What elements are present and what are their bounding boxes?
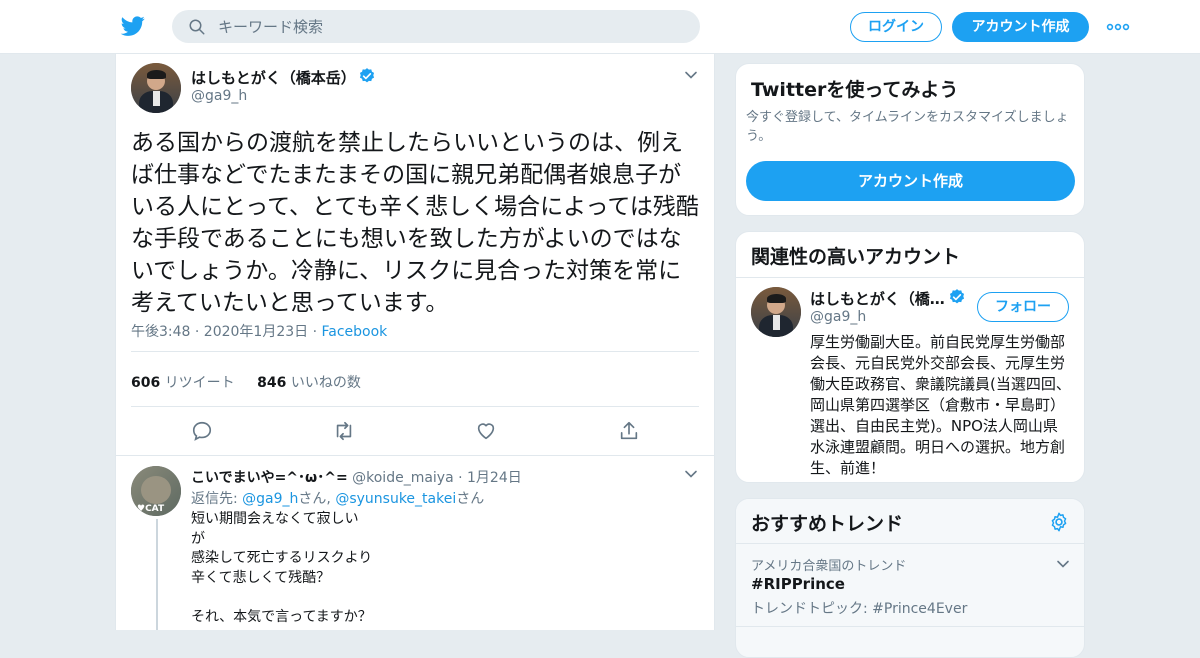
reply-san-1: さん,: [298, 491, 336, 507]
reply-author-handle[interactable]: @koide_maiya: [352, 470, 454, 486]
search-icon: [189, 19, 205, 35]
reply-to-line: 返信先: @ga9_hさん, @syunsuke_takeiさん: [191, 488, 484, 508]
share-icon[interactable]: [618, 420, 640, 442]
author-handle[interactable]: @ga9_h: [191, 88, 247, 104]
reply-date[interactable]: · 1月24日: [458, 470, 522, 486]
like-heart-icon[interactable]: [475, 420, 497, 442]
reply-to-user-2[interactable]: @syunsuke_takei: [335, 491, 456, 507]
reply-author-avatar[interactable]: ♥CAT: [131, 466, 181, 516]
reply-icon[interactable]: [191, 420, 213, 442]
author-avatar[interactable]: [131, 63, 181, 113]
card-description: 今すぐ登録して、タイムラインをカスタマイズしましょう。: [746, 110, 1069, 144]
signup-button[interactable]: アカウント作成: [746, 161, 1075, 201]
twitter-bird-icon[interactable]: [120, 14, 146, 38]
retweet-count: 606: [131, 375, 161, 391]
related-account-bio: 厚生労働副大臣。前自民党厚生労働部会長、元自民党外交部会長、元厚生労働大臣政務官…: [810, 333, 1071, 477]
trends-card: おすすめトレンド アメリカ合衆国のトレンド #RIPPrince トレンドトピッ…: [735, 498, 1085, 658]
divider: [116, 455, 714, 456]
divider: [736, 626, 1084, 627]
retweet-stat[interactable]: 606 リツイート: [131, 375, 235, 391]
tweet-stats: 606 リツイート 846 いいねの数: [131, 372, 379, 392]
trend-location: アメリカ合衆国のトレンド: [751, 559, 907, 574]
verified-badge-icon: [949, 289, 965, 304]
top-bar: ログイン アカウント作成: [0, 0, 1200, 54]
search-input[interactable]: [218, 10, 678, 43]
like-label: いいねの数: [290, 375, 361, 391]
reply-to-user-1[interactable]: @ga9_h: [242, 491, 298, 507]
trend-subtitle: トレンドトピック: #Prince4Ever: [751, 601, 968, 617]
tweet-meta: 午後3:48 · 2020年1月23日 · Facebook: [131, 321, 387, 341]
settings-gear-icon[interactable]: [1048, 511, 1070, 533]
try-twitter-card: Twitterを使ってみよう 今すぐ登録して、タイムラインをカスタマイズしましょ…: [735, 63, 1085, 216]
thread-line: [156, 519, 158, 630]
chevron-down-icon[interactable]: [684, 467, 698, 481]
chevron-down-icon[interactable]: [684, 68, 698, 82]
reply-author-name[interactable]: こいでまいや=^･ω･^=: [191, 470, 348, 486]
like-count: 846: [257, 375, 287, 391]
reply-prefix: 返信先:: [191, 491, 243, 507]
divider: [131, 351, 699, 352]
tweet-source-link[interactable]: Facebook: [322, 324, 388, 340]
tweet-text: ある国からの渡航を禁止したらいいというのは、例えば仕事などでたまたまその国に親兄…: [131, 130, 699, 316]
search-box[interactable]: [172, 10, 700, 43]
chevron-down-icon[interactable]: [1056, 557, 1070, 571]
divider: [131, 406, 699, 407]
related-account-name[interactable]: はしもとがく（橋…: [810, 288, 945, 309]
reply-header: こいでまいや=^･ω･^= @koide_maiya · 1月24日: [191, 467, 522, 487]
login-button[interactable]: ログイン: [850, 12, 942, 42]
reply-san-2: さん: [456, 491, 485, 507]
card-title: おすすめトレンド: [751, 513, 904, 535]
author-name[interactable]: はしもとがく（橋本岳）: [191, 67, 356, 88]
signup-button[interactable]: アカウント作成: [952, 12, 1089, 42]
trend-name[interactable]: #RIPPrince: [751, 575, 845, 593]
follow-button[interactable]: フォロー: [977, 292, 1069, 322]
meta-separator: ·: [312, 324, 318, 340]
related-account-avatar[interactable]: [751, 287, 801, 337]
divider: [736, 277, 1084, 278]
related-account-handle[interactable]: @ga9_h: [810, 309, 866, 325]
retweet-label: リツイート: [164, 375, 235, 391]
tweet-timestamp[interactable]: 午後3:48 · 2020年1月23日: [131, 324, 308, 340]
card-title: 関連性の高いアカウント: [751, 246, 961, 268]
tweet-column: はしもとがく（橋本岳） @ga9_h ある国からの渡航を禁止したらいいというのは…: [115, 54, 715, 630]
related-accounts-card: 関連性の高いアカウント はしもとがく（橋… @ga9_h フォロー 厚生労働副大…: [735, 231, 1085, 483]
retweet-icon[interactable]: [332, 420, 356, 442]
more-options-icon[interactable]: [1106, 18, 1130, 36]
verified-badge-icon: [359, 68, 375, 83]
avatar-label: ♥CAT: [137, 504, 165, 514]
like-stat[interactable]: 846 いいねの数: [257, 375, 361, 391]
reply-text: 短い期間会えなくて寂しい が 感染して死亡するリスクより 辛くて悲しくて残酷？ …: [191, 511, 373, 625]
card-title: Twitterを使ってみよう: [751, 79, 959, 101]
